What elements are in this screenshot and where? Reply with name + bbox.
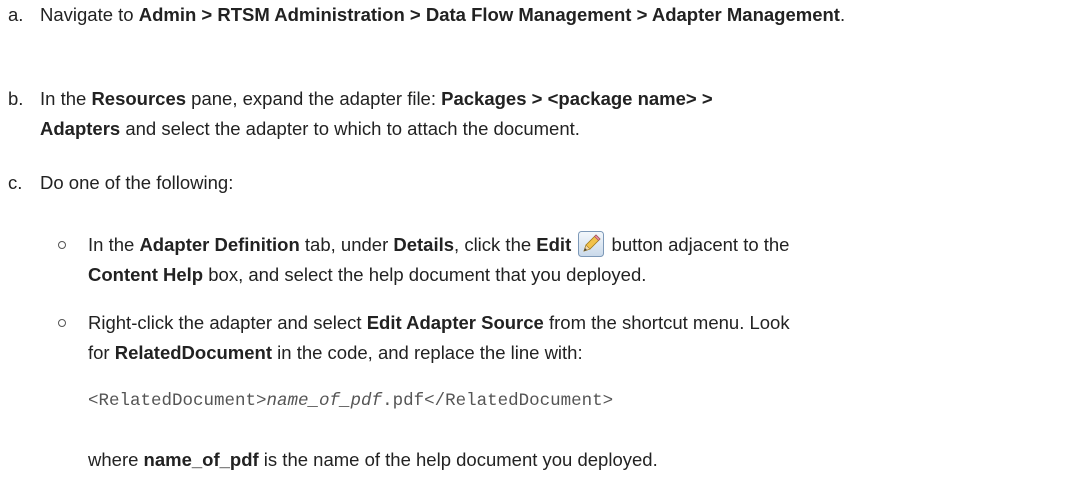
- circle-bullet-icon: [58, 241, 66, 249]
- code-close-tag: </RelatedDocument>: [424, 391, 614, 411]
- bullet-marker-2: [48, 308, 88, 368]
- code-extension: .pdf: [382, 391, 425, 411]
- bullet-1-text-4: button adjacent to the: [606, 234, 790, 255]
- step-c-marker: c.: [8, 172, 23, 193]
- bullet-1-text-1: In the: [88, 234, 140, 255]
- adapter-definition-term: Adapter Definition: [139, 234, 300, 255]
- step-b-text-2: pane, expand the adapter file:: [186, 88, 442, 109]
- step-a-path: Admin > RTSM Administration > Data Flow …: [138, 4, 840, 25]
- where-line: where name_of_pdf is the name of the hel…: [88, 445, 658, 475]
- step-b-text-3: and select the adapter to which to attac…: [120, 118, 580, 139]
- bullet-1-text: In the Adapter Definition tab, under Det…: [88, 230, 1058, 290]
- circle-bullet-icon: [58, 319, 66, 327]
- step-b-marker: b.: [8, 88, 24, 109]
- step-a-marker: a.: [8, 4, 24, 25]
- step-b-text: In the Resources pane, expand the adapte…: [40, 84, 1048, 144]
- step-a-text-2: .: [839, 4, 846, 25]
- bullet-2-text-3: for: [88, 342, 115, 363]
- document-page: a. Navigate to Admin > RTSM Administrati…: [0, 0, 1073, 496]
- bullet-1-text-3: , click the: [454, 234, 537, 255]
- step-a-text: Navigate to Admin > RTSM Administration …: [40, 0, 1048, 30]
- resources-term: Resources: [91, 88, 187, 109]
- where-text-2: is the name of the help document you dep…: [258, 449, 658, 470]
- edit-term: Edit: [536, 234, 572, 255]
- code-line: <RelatedDocument>name_of_pdf.pdf</Relate…: [88, 386, 613, 416]
- name-of-pdf-term: name_of_pdf: [143, 449, 259, 470]
- bullet-item-1: In the Adapter Definition tab, under Det…: [48, 230, 1058, 290]
- pencil-edit-icon: [578, 231, 605, 257]
- code-open-tag: <RelatedDocument>: [88, 391, 267, 411]
- code-name-placeholder: name_of_pdf: [266, 391, 383, 411]
- bullet-2-text: Right-click the adapter and select Edit …: [88, 308, 1058, 368]
- related-document-term: RelatedDocument: [114, 342, 273, 363]
- bullet-item-2: Right-click the adapter and select Edit …: [48, 308, 1058, 368]
- bullet-2-text-1: Right-click the adapter and select: [88, 312, 367, 333]
- bullet-1-text-5: box, and select the help document that y…: [203, 264, 647, 285]
- content-help-term: Content Help: [88, 264, 204, 285]
- step-a: a. Navigate to Admin > RTSM Administrati…: [8, 0, 1048, 30]
- bullet-2-text-2: from the shortcut menu. Look: [543, 312, 790, 333]
- where-text-1: where: [88, 449, 144, 470]
- step-b: b. In the Resources pane, expand the ada…: [8, 84, 1048, 144]
- step-c: c. Do one of the following:: [8, 168, 1048, 198]
- bullet-2-text-4: in the code, and replace the line with:: [272, 342, 583, 363]
- step-c-text: Do one of the following:: [40, 172, 234, 193]
- bullet-1-text-2: tab, under: [299, 234, 394, 255]
- step-a-text-1: Navigate to: [40, 4, 139, 25]
- adapters-term: Adapters: [40, 118, 121, 139]
- step-b-text-1: In the: [40, 88, 92, 109]
- bullet-marker-1: [48, 230, 88, 290]
- edit-adapter-source-term: Edit Adapter Source: [366, 312, 544, 333]
- details-term: Details: [393, 234, 455, 255]
- packages-path: Packages > <package name> >: [441, 88, 713, 109]
